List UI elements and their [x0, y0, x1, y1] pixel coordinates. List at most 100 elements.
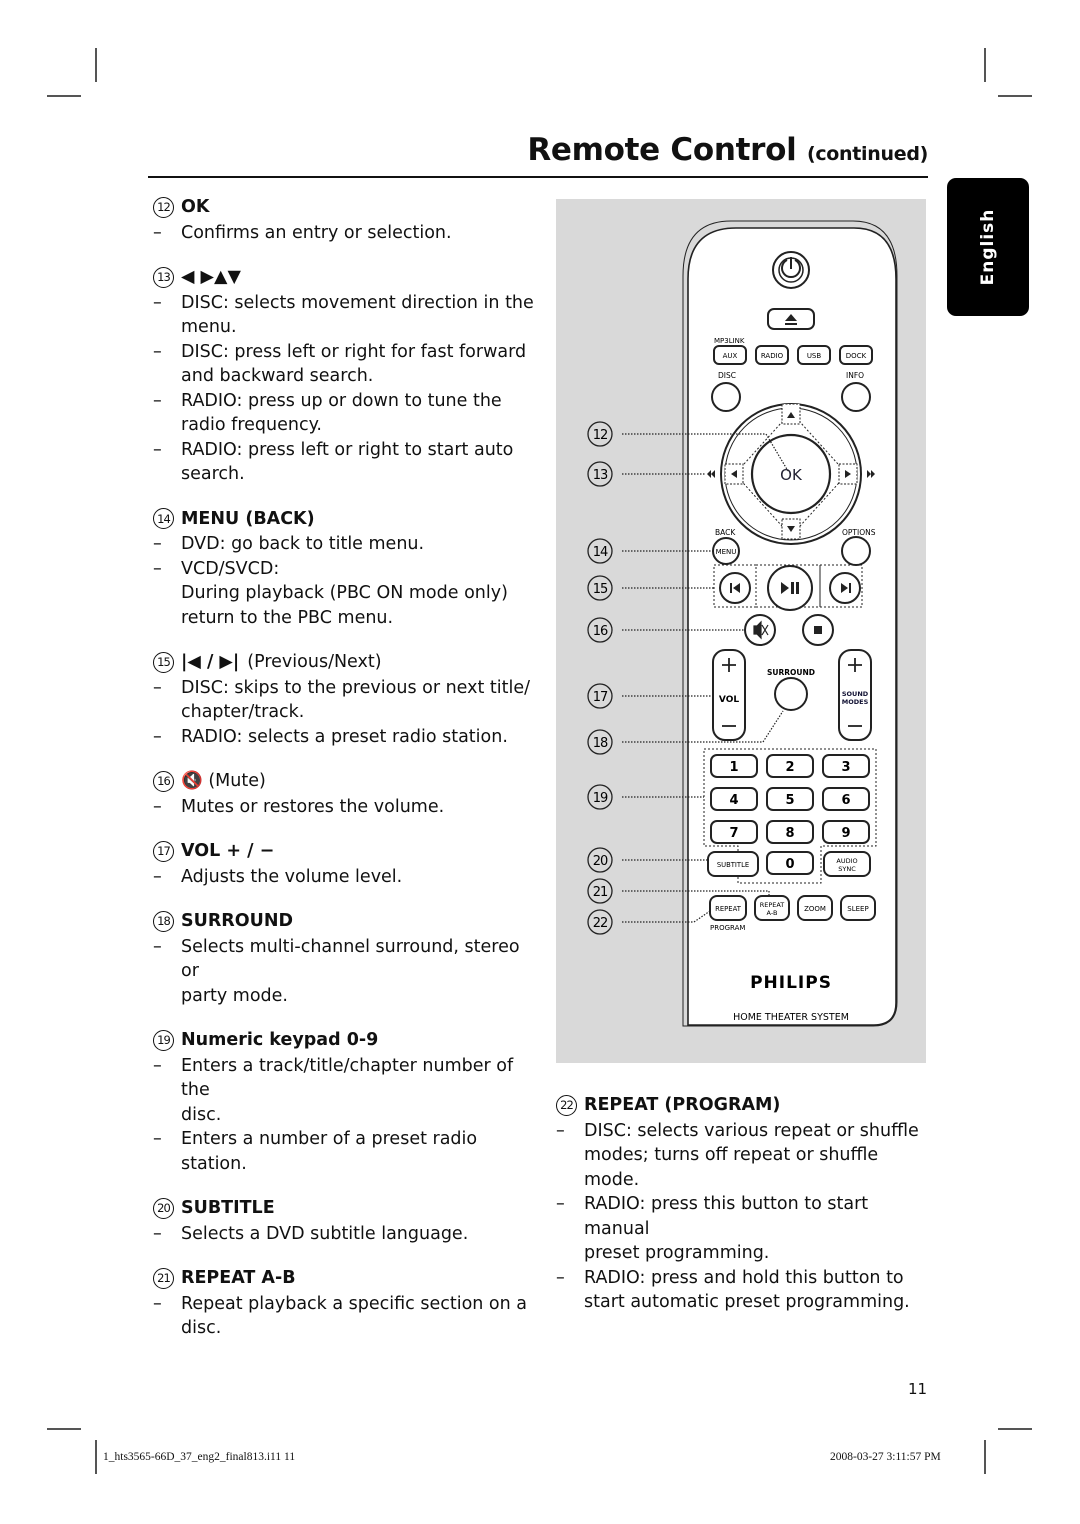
audio-sync-label-1: AUDIO: [836, 857, 857, 865]
disc-label: DISC: [718, 371, 736, 380]
product-name: HOME THEATER SYSTEM: [733, 1012, 849, 1023]
callout-number: 21: [593, 885, 608, 900]
bullet-text-continued: start automatic preset programming.: [584, 1292, 910, 1312]
bullet-text: DVD: go back to title menu.: [181, 534, 425, 554]
bullet-text-continued: menu.: [181, 317, 237, 337]
left-column: 12 OK – Confirms an entry or selection. 13 ◀ …: [153, 195, 538, 1361]
bullet-dash: –: [153, 1293, 162, 1314]
crop-mark: [95, 1440, 97, 1474]
up-button: [781, 403, 801, 425]
bullet-text-continued: return to the PBC menu.: [181, 607, 394, 628]
callout-number: 17: [593, 690, 608, 705]
item-title: Numeric keypad 0-9: [181, 1030, 379, 1050]
bullet-text: Enters a number of a preset radio statio…: [181, 1129, 478, 1174]
bullet-item: – DISC: skips to the previous or next tit…: [153, 676, 538, 701]
page-number: 11: [908, 1380, 928, 1398]
ok-label: OK: [780, 466, 803, 484]
crop-mark: [95, 48, 97, 82]
options-label: OPTIONS: [842, 528, 876, 537]
callout-number: 19: [593, 791, 608, 806]
item-21: 21 REPEAT A-B – Repeat playback a specific …: [153, 1266, 538, 1341]
bullet-item: – DISC: press left or right for fast forw…: [153, 340, 538, 365]
sound-modes-label-2: MODES: [842, 698, 869, 706]
language-tab: English: [947, 178, 1029, 316]
footer-timestamp: 2008-03-27 3:11:57 PM: [830, 1451, 941, 1463]
item-heading: 18 SURROUND: [153, 909, 538, 934]
bullet-text-continued: disc.: [181, 1318, 222, 1338]
bullet-dash: –: [153, 726, 162, 747]
sleep-label: SLEEP: [847, 905, 868, 913]
bullet-text: Confirms an entry or selection.: [181, 222, 452, 243]
stop-icon: [814, 626, 822, 634]
item-number-badge: 20: [153, 1197, 174, 1219]
vol-label: VOL: [719, 695, 739, 705]
usb-label: USB: [807, 352, 822, 360]
bullet-dash: –: [153, 292, 162, 313]
bullet-text: Enters a track/title/chapter number of t…: [181, 1055, 514, 1101]
item-title: OK: [181, 197, 210, 217]
radio-label: RADIO: [761, 352, 784, 360]
keypad-label-2: 2: [785, 760, 794, 775]
bullet-text: DISC: selects movement direction in the: [181, 292, 534, 313]
item-16: 16 🔇 (Mute) – Mutes or restores the volume.: [153, 769, 538, 819]
bullet-text-continued: party mode.: [181, 985, 288, 1006]
item-title: SUBTITLE: [181, 1198, 275, 1218]
bullet-text-continued: search.: [181, 464, 245, 484]
bullet-item: – DISC: selects various repeat or shuffle: [556, 1119, 936, 1144]
item-number-badge: 12: [153, 196, 174, 218]
bullet-item: – Enters a number of a preset radio stati…: [153, 1127, 538, 1176]
page-title-main: Remote Control: [527, 132, 797, 168]
item-heading: 13 ◀ ▶▲▼: [153, 265, 538, 290]
item-15: 15 |◀ / ▶| (Previous/Next) – DISC: skips to …: [153, 650, 538, 749]
item-heading: 21 REPEAT A-B: [153, 1266, 538, 1291]
item-heading: 15 |◀ / ▶| (Previous/Next): [153, 650, 538, 675]
crop-mark: [47, 1428, 81, 1430]
item-number-badge: 22: [556, 1094, 577, 1116]
bullet-text: RADIO: press up or down to tune the: [181, 390, 502, 411]
sound-modes-label-1: SOUND: [842, 690, 869, 698]
bullet-dash: –: [153, 677, 162, 698]
bullet-dash: –: [556, 1194, 565, 1214]
bullet-item: – DISC: selects movement direction in the: [153, 291, 538, 316]
bullet-text: RADIO: press and hold this button to: [584, 1267, 904, 1288]
language-tab-label: English: [978, 208, 998, 286]
bullet-text: Repeat playback a specific section on a: [181, 1293, 528, 1314]
bullet-text-continued: modes; turns off repeat or shuffle mode.: [584, 1145, 879, 1190]
bullet-dash: –: [153, 341, 162, 362]
item-heading: 22 REPEAT (PROGRAM): [556, 1093, 936, 1118]
footer-file-info: 1_hts3565-66D_37_eng2_final813.i11 11: [103, 1451, 296, 1463]
item-heading: 17 VOL + / −: [153, 839, 538, 864]
bullet-item: – RADIO: press left or right to start aut…: [153, 438, 538, 463]
bullet-dash: –: [153, 936, 162, 957]
dock-label: DOCK: [846, 352, 867, 360]
keypad-label-1: 1: [729, 760, 738, 775]
item-title: REPEAT (PROGRAM): [584, 1095, 781, 1115]
right-button: [838, 463, 858, 485]
bullet-text: DISC: skips to the previous or next titl…: [181, 677, 531, 698]
callout-number: 20: [593, 854, 608, 869]
mp3link-label: MP3LINK: [714, 337, 745, 345]
repeat-ab-label-1: REPEAT: [760, 901, 785, 909]
bullet-item: – RADIO: press this button to start manua…: [556, 1192, 936, 1241]
callout-number: 14: [593, 545, 608, 560]
item-number-badge: 21: [153, 1267, 174, 1289]
item-title: SURROUND: [181, 911, 294, 931]
keypad-label-4: 4: [729, 793, 738, 808]
program-label: PROGRAM: [710, 924, 745, 932]
item-heading: 12 OK: [153, 195, 538, 220]
item-title: |◀ / ▶|: [181, 652, 240, 672]
surround-label: SURROUND: [767, 668, 815, 677]
repeat-label: REPEAT: [715, 905, 742, 913]
keypad-label-8: 8: [785, 826, 794, 841]
item-number-badge: 19: [153, 1029, 174, 1051]
crop-mark: [998, 95, 1032, 97]
bullet-item: – Selects a DVD subtitle language.: [153, 1222, 538, 1247]
callout-number: 12: [593, 428, 608, 443]
item-heading: 20 SUBTITLE: [153, 1196, 538, 1221]
crop-mark: [984, 1440, 986, 1474]
bullet-text: DISC: selects various repeat or shuffle: [584, 1120, 919, 1141]
page-title: Remote Control (continued): [527, 132, 928, 168]
bullet-text-continued: radio frequency.: [181, 415, 322, 435]
item-heading: 19 Numeric keypad 0-9: [153, 1028, 538, 1053]
item-number-badge: 18: [153, 910, 174, 932]
